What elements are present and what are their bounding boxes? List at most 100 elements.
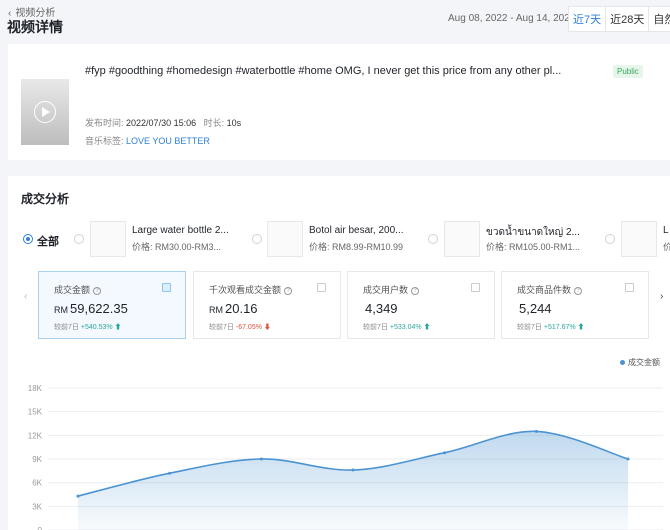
all-label: 全部 — [37, 236, 59, 248]
duration-label: 时长: — [203, 118, 225, 128]
help-icon[interactable]: ? — [411, 286, 420, 295]
series-area — [78, 431, 628, 530]
product-item-1[interactable]: Large water bottle 2... 价格: RM30.00-RM3.… — [90, 221, 260, 257]
metric-label-text: 成交商品件数 — [517, 285, 572, 295]
product-price: 价格: RM8.99-RM10.99 — [309, 242, 404, 252]
help-icon[interactable]: ? — [284, 286, 293, 295]
data-point[interactable] — [534, 429, 538, 433]
data-point[interactable] — [259, 457, 263, 461]
publish-label: 发布时间: — [85, 118, 124, 128]
product-item-4[interactable]: L 价 — [621, 221, 670, 257]
metric-value: RM 59,622.35 — [54, 301, 128, 316]
date-range[interactable]: Aug 08, 2022 - Aug 14, 2022 — [448, 13, 575, 24]
product-image — [621, 221, 657, 257]
video-title: #fyp #goodthing #homedesign #waterbottle… — [85, 65, 562, 77]
metric-label: 千次观看成交金额? — [209, 283, 293, 296]
status-badge: Public — [613, 65, 643, 78]
y-tick-label: 9K — [32, 455, 42, 464]
arrow-up-icon: ⬆ — [423, 324, 431, 331]
section-title: 成交分析 — [21, 192, 70, 206]
product-price: 价格: RM30.00-RM3... — [132, 242, 222, 252]
compare-label: 较前7日 — [517, 324, 542, 331]
metric-number: 4,349 — [365, 301, 398, 316]
arrow-up-icon: ⬆ — [114, 324, 122, 331]
data-point[interactable] — [168, 471, 172, 475]
legend-label: 成交金额 — [628, 358, 660, 367]
data-point[interactable] — [351, 468, 355, 472]
top-bar: ‹ 视频分析 视频详情 Aug 08, 2022 - Aug 14, 2022 近… — [0, 0, 670, 40]
metric-compare: 较前7日 +517.67% ⬆ — [517, 322, 585, 332]
video-card: #fyp #goodthing #homedesign #waterbottle… — [8, 44, 670, 160]
metric-number: 59,622.35 — [70, 301, 128, 316]
data-point[interactable] — [626, 457, 630, 461]
tab-28-days[interactable]: 近28天 — [605, 6, 650, 32]
metric-checkbox[interactable] — [162, 283, 171, 292]
product-name: L — [663, 225, 669, 236]
product-name: Large water bottle 2... — [132, 225, 229, 236]
music-tag[interactable]: LOVE YOU BETTER — [126, 136, 210, 146]
publish-time: 2022/07/30 15:06 — [126, 118, 197, 128]
metric-card-gpm[interactable]: 千次观看成交金额? RM 20.16 较前7日 -67.05% ⬇ — [193, 271, 341, 339]
data-point[interactable] — [76, 494, 80, 498]
compare-label: 较前7日 — [363, 324, 388, 331]
radio-all[interactable] — [23, 234, 33, 244]
page-title: 视频详情 — [7, 19, 63, 35]
metric-card-units[interactable]: 成交商品件数? 5,244 较前7日 +517.67% ⬆ — [501, 271, 649, 339]
metric-checkbox[interactable] — [317, 283, 326, 292]
video-thumbnail[interactable] — [21, 79, 69, 145]
metric-card-buyers[interactable]: 成交用户数? 4,349 较前7日 +533.04% ⬆ — [347, 271, 495, 339]
radio-product-3[interactable] — [428, 234, 438, 244]
metric-compare: 较前7日 -67.05% ⬇ — [209, 322, 271, 332]
y-tick-label: 12K — [28, 431, 43, 440]
product-item-3[interactable]: ขวดน้ำขนาดใหญ่ 2... 价格: RM105.00-RM1... — [444, 221, 614, 257]
product-price: 价 — [663, 242, 670, 252]
play-icon[interactable] — [34, 101, 56, 123]
metric-value: 4,349 — [363, 301, 398, 316]
product-image — [267, 221, 303, 257]
metric-label-text: 成交用户数 — [363, 285, 409, 295]
metric-compare: 较前7日 +540.53% ⬆ — [54, 322, 122, 332]
metric-checkbox[interactable] — [625, 283, 634, 292]
legend-dot — [620, 360, 625, 365]
help-icon[interactable]: ? — [574, 286, 583, 295]
change-value: +517.67% — [543, 324, 576, 331]
metric-compare: 较前7日 +533.04% ⬆ — [363, 322, 431, 332]
y-tick-label: 15K — [28, 408, 43, 417]
data-point[interactable] — [443, 451, 447, 455]
y-tick-label: 0 — [38, 526, 43, 530]
music-label: 音乐标签: — [85, 136, 124, 146]
y-tick-label: 6K — [32, 479, 42, 488]
change-value: +540.53% — [80, 324, 113, 331]
chart-legend[interactable]: 成交金额 — [620, 357, 660, 368]
duration-value: 10s — [226, 118, 242, 128]
y-tick-label: 18K — [28, 384, 43, 393]
metric-value: 5,244 — [517, 301, 552, 316]
product-item-2[interactable]: Botol air besar, 200... 价格: RM8.99-RM10.… — [267, 221, 437, 257]
metric-number: 20.16 — [225, 301, 258, 316]
product-name: ขวดน้ำขนาดใหญ่ 2... — [486, 227, 580, 238]
video-meta: 发布时间: 2022/07/30 15:06 时长: 10s — [85, 116, 241, 129]
currency: RM — [54, 305, 68, 315]
metric-checkbox[interactable] — [471, 283, 480, 292]
product-image — [444, 221, 480, 257]
help-icon[interactable]: ? — [93, 286, 102, 295]
tab-natural-day[interactable]: 自然日 — [648, 6, 670, 32]
gmv-area-chart: 0 3K 6K 9K 12K 15K 18K — [28, 384, 663, 530]
compare-label: 较前7日 — [54, 324, 79, 331]
metric-number: 5,244 — [519, 301, 552, 316]
radio-product-2[interactable] — [252, 234, 262, 244]
radio-product-4[interactable] — [605, 234, 615, 244]
tab-7-days[interactable]: 近7天 — [568, 6, 607, 32]
metric-label: 成交用户数? — [363, 283, 420, 296]
metric-label-text: 千次观看成交金额 — [209, 285, 282, 295]
transaction-analysis-card: 成交分析 全部 Large water bottle 2... 价格: RM30… — [8, 176, 670, 530]
chevron-left-icon[interactable]: ‹ — [24, 291, 27, 302]
change-value: +533.04% — [389, 324, 422, 331]
currency: RM — [209, 305, 223, 315]
metric-label: 成交商品件数? — [517, 283, 583, 296]
radio-product-1[interactable] — [74, 234, 84, 244]
metric-label: 成交金额? — [54, 283, 102, 296]
chevron-right-icon[interactable]: › — [660, 291, 663, 302]
metric-card-gmv[interactable]: 成交金额? RM 59,622.35 较前7日 +540.53% ⬆ — [38, 271, 186, 339]
music-row: 音乐标签: LOVE YOU BETTER — [85, 134, 210, 147]
